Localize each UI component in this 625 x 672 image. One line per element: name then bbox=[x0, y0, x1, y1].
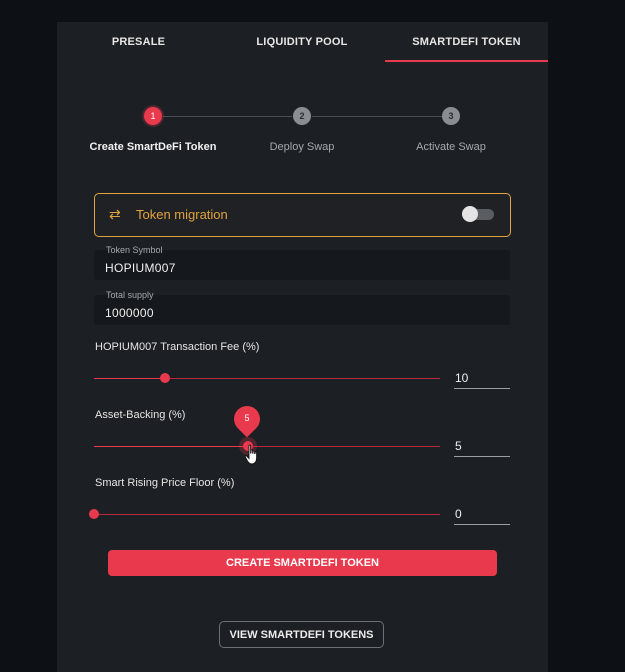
transaction-fee-slider[interactable] bbox=[94, 378, 440, 379]
step-1-label: Create SmartDeFi Token bbox=[89, 141, 217, 153]
view-smartdefi-tokens-button[interactable]: VIEW SMARTDEFI TOKENS bbox=[219, 621, 384, 648]
token-symbol-value: HOPIUM007 bbox=[105, 261, 176, 275]
step-2-label: Deploy Swap bbox=[269, 141, 335, 153]
stepper: 1 2 3 Create SmartDeFi Token Deploy Swap… bbox=[57, 106, 548, 156]
tab-liquidity-pool[interactable]: LIQUIDITY POOL bbox=[220, 22, 384, 62]
token-migration-card: ⇄ Token migration bbox=[94, 193, 511, 237]
transaction-fee-thumb[interactable] bbox=[160, 373, 170, 383]
swap-arrows-icon: ⇄ bbox=[109, 206, 121, 222]
asset-backing-slider[interactable] bbox=[94, 446, 440, 447]
price-floor-label: Smart Rising Price Floor (%) bbox=[95, 477, 235, 489]
asset-backing-value: 5 bbox=[455, 439, 462, 453]
total-supply-value: 1000000 bbox=[105, 306, 154, 320]
transaction-fee-label: HOPIUM007 Transaction Fee (%) bbox=[95, 341, 260, 353]
create-smartdefi-token-button[interactable]: CREATE SMARTDEFI TOKEN bbox=[108, 550, 497, 576]
slider-fill bbox=[94, 446, 248, 447]
transaction-fee-value: 10 bbox=[455, 371, 469, 385]
asset-backing-label: Asset-Backing (%) bbox=[95, 409, 186, 421]
smartdefi-panel: PRESALE LIQUIDITY POOL SMARTDEFI TOKEN 1… bbox=[57, 22, 548, 672]
tab-presale[interactable]: PRESALE bbox=[57, 22, 220, 62]
total-supply-field[interactable]: Total supply 1000000 bbox=[94, 290, 510, 325]
asset-backing-input[interactable]: 5 bbox=[454, 436, 510, 457]
price-floor-input[interactable]: 0 bbox=[454, 504, 510, 525]
token-migration-label: Token migration bbox=[136, 207, 228, 222]
step-1-indicator: 1 bbox=[144, 107, 162, 125]
tooltip-value: 5 bbox=[244, 413, 250, 423]
transaction-fee-input[interactable]: 10 bbox=[454, 368, 510, 389]
tab-smartdefi-token[interactable]: SMARTDEFI TOKEN bbox=[385, 22, 548, 62]
hand-cursor-icon bbox=[244, 444, 258, 465]
price-floor-slider[interactable] bbox=[94, 514, 440, 515]
price-floor-value: 0 bbox=[455, 507, 462, 521]
token-symbol-label: Token Symbol bbox=[106, 245, 163, 255]
price-floor-thumb[interactable] bbox=[89, 509, 99, 519]
tab-bar: PRESALE LIQUIDITY POOL SMARTDEFI TOKEN bbox=[57, 22, 548, 62]
slider-fill bbox=[94, 378, 165, 379]
step-connector bbox=[163, 116, 292, 117]
token-migration-toggle[interactable] bbox=[462, 206, 494, 222]
step-3-indicator: 3 bbox=[442, 107, 460, 125]
total-supply-label: Total supply bbox=[106, 290, 154, 300]
step-2-indicator: 2 bbox=[293, 107, 311, 125]
step-connector bbox=[312, 116, 442, 117]
token-symbol-field[interactable]: Token Symbol HOPIUM007 bbox=[94, 245, 510, 280]
step-3-label: Activate Swap bbox=[416, 141, 486, 153]
